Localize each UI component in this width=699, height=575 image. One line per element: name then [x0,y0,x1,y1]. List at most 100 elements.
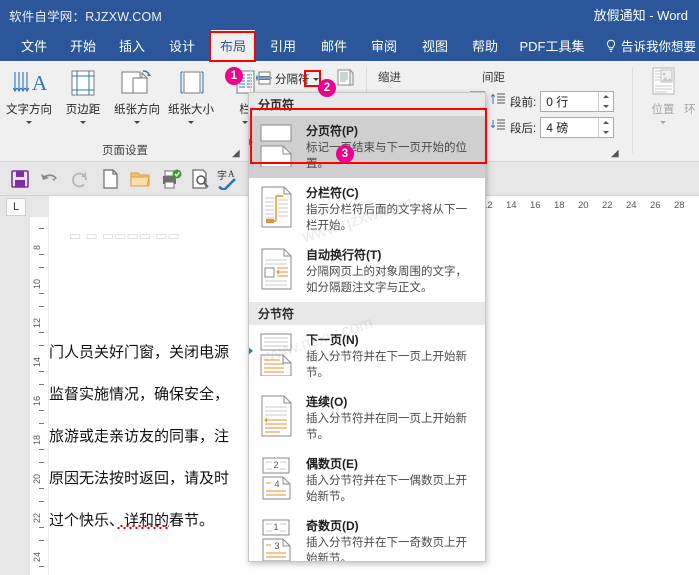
spacing-before-value: 0 行 [546,93,568,110]
document-left-gutter [0,217,30,575]
margins-button[interactable]: 页边距 [56,64,110,134]
spacing-after-row: 段后: 4 磅 [490,117,614,138]
ribbon-tab-label: 布局 [220,36,246,55]
spacing-before-label: 段前: [510,94,536,110]
menu-item-title: 奇数页(D) [306,517,477,534]
chevron-down-icon[interactable] [80,121,86,124]
chevron-down-icon[interactable] [134,121,140,124]
column-break-icon [257,185,295,229]
ruler-tick [39,384,44,385]
ribbon-tab-label: 视图 [422,36,448,55]
margins-icon [67,64,99,98]
menu-item-分页符P[interactable]: 分页符(P)标记一页结束与下一页开始的位置。 [249,116,485,178]
spacing-before-input[interactable]: 0 行 [540,91,614,112]
ruler-tick [39,410,44,411]
print-icon[interactable] [159,168,181,190]
paragraph-dialog-launcher[interactable]: ◢ [611,148,622,159]
paper-size-icon [176,64,206,98]
menu-item-分栏符C[interactable]: 分栏符(C)指示分栏符后面的文字将从下一栏开始。 [249,178,485,240]
page-setup-group-label: 页面设置 [0,142,250,158]
hyphenation-button[interactable] [336,69,354,92]
ribbon-tab-5[interactable]: 引用 [262,30,304,61]
word-window: 软件自学网：RJZXW.COM 放假通知 - Word PDF工具集帮助视图审阅… [0,0,699,575]
odd-page-section-icon-wrapper: 1 3 [255,517,297,562]
position-button[interactable]: 位置 [636,64,690,134]
ruler-tick [39,527,44,528]
odd-page-section-icon: 1 3 [257,518,295,562]
ribbon-tab-2[interactable]: 插入 [111,30,153,61]
chevron-down-icon[interactable] [26,121,32,124]
breaks-label: 分隔符 [275,71,310,87]
menu-item-奇数页D[interactable]: 1 3 奇数页(D)插入分节符并在下一奇数页上开始新节。 [249,511,485,562]
ribbon-tab-3[interactable]: 设计 [161,30,203,61]
menu-item-text: 偶数页(E)插入分节符并在下一偶数页上开始新节。 [306,455,477,505]
menu-item-text: 奇数页(D)插入分节符并在下一奇数页上开始新节。 [306,517,477,562]
chevron-down-icon[interactable] [188,121,194,124]
new-doc-icon[interactable] [99,168,121,190]
ruler-tick-label: 26 [650,200,661,211]
svg-text:4: 4 [274,479,279,489]
text-direction-icon: A [10,64,48,98]
ruler-tick-label: 18 [554,200,565,211]
ribbon-tab-8[interactable]: 视图 [414,30,456,61]
submenu-arrow-icon [248,347,253,355]
ribbon-tab-6[interactable]: 邮件 [313,30,355,61]
page-setup-dialog-launcher[interactable]: ◢ [232,148,243,159]
chevron-down-icon[interactable] [660,121,666,124]
tab-stop-selector[interactable]: L [6,198,26,216]
ribbon-tab-9[interactable]: 帮助 [464,30,506,61]
undo-icon[interactable] [38,168,60,190]
menu-item-description: 指示分栏符后面的文字将从下一栏开始。 [306,203,477,234]
ruler-tick-label: 20 [578,200,589,211]
spacing-after-input[interactable]: 4 磅 [540,117,614,138]
breaks-button[interactable]: 分隔符 [256,69,319,89]
save-icon[interactable] [9,168,31,190]
vertical-ruler[interactable]: 81012141618202224 [30,217,49,575]
hyphenation-icon [336,69,354,87]
open-folder-icon[interactable] [129,168,151,190]
paper-size-button[interactable]: 纸张大小 [164,64,218,134]
menu-item-title: 分页符(P) [306,122,477,139]
spell-check-icon[interactable]: 字 A [217,168,239,190]
menu-item-下一页N[interactable]: 下一页(N)插入分节符并在下一页上开始新节。 [249,325,485,387]
breaks-dropdown-menu[interactable]: 分页符 分页符(P)标记一页结束与下一页开始的位置。 分栏符(C)指示分栏符后面… [248,92,486,562]
lightbulb-icon [605,39,617,53]
text-direction-label: 文字方向 [6,101,52,117]
print-preview-icon[interactable] [189,168,211,190]
ribbon-tab-label: 帮助 [472,36,498,55]
ribbon-group-arrange: 位置 环 [634,61,699,162]
page-break-icon [257,123,295,167]
ruler-tick-label: 14 [506,200,517,211]
ribbon-tab-0[interactable]: 文件 [14,30,54,61]
page-break-icon-wrapper [255,122,297,172]
ribbon-tab-10[interactable]: PDF工具集 [513,30,591,61]
menu-item-连续O[interactable]: 连续(O) 插入分节符并在同一页上开始新节。 [249,387,485,449]
site-watermark-text: 软件自学网：RJZXW.COM [9,6,162,25]
spacing-after-stepper[interactable] [598,118,613,137]
ruler-tick [39,540,44,541]
tell-me-box[interactable]: 告诉我你想要 [605,30,699,61]
text-wrapping-break-icon [257,247,295,291]
menu-item-text: 下一页(N)插入分节符并在下一页上开始新节。 [306,331,477,381]
ribbon-tab-1[interactable]: 开始 [62,30,104,61]
text-direction-button[interactable]: A 文字方向 [2,64,56,134]
menu-item-偶数页E[interactable]: 2 4 偶数页(E)插入分节符并在下一偶数页上开始新节。 [249,449,485,511]
submenu-arrow-icon [248,138,253,146]
menu-item-自动换行符T[interactable]: 自动换行符(T)分隔网页上的对象周围的文字，如分隔题注文字与正文。 [249,240,485,302]
chevron-down-icon[interactable] [313,78,319,81]
ruler-tick [39,306,44,307]
orientation-button[interactable]: 纸张方向 [110,64,164,134]
ribbon-tab-4[interactable]: 布局 [211,30,255,61]
even-page-section-icon: 2 4 [257,456,295,500]
ruler-tick [39,462,44,463]
ribbon-tab-label: 插入 [119,36,145,55]
spacing-before-stepper[interactable] [598,92,613,111]
ruler-tick [39,449,44,450]
spacing-before-row: 段前: 0 行 [490,91,614,112]
ribbon-tab-7[interactable]: 审阅 [363,30,405,61]
orientation-icon [119,64,155,98]
menu-item-description: 插入分节符并在同一页上开始新节。 [306,412,477,443]
svg-text:A: A [228,169,235,179]
menu-item-title: 连续(O) [306,393,477,410]
redo-icon[interactable] [69,168,91,190]
